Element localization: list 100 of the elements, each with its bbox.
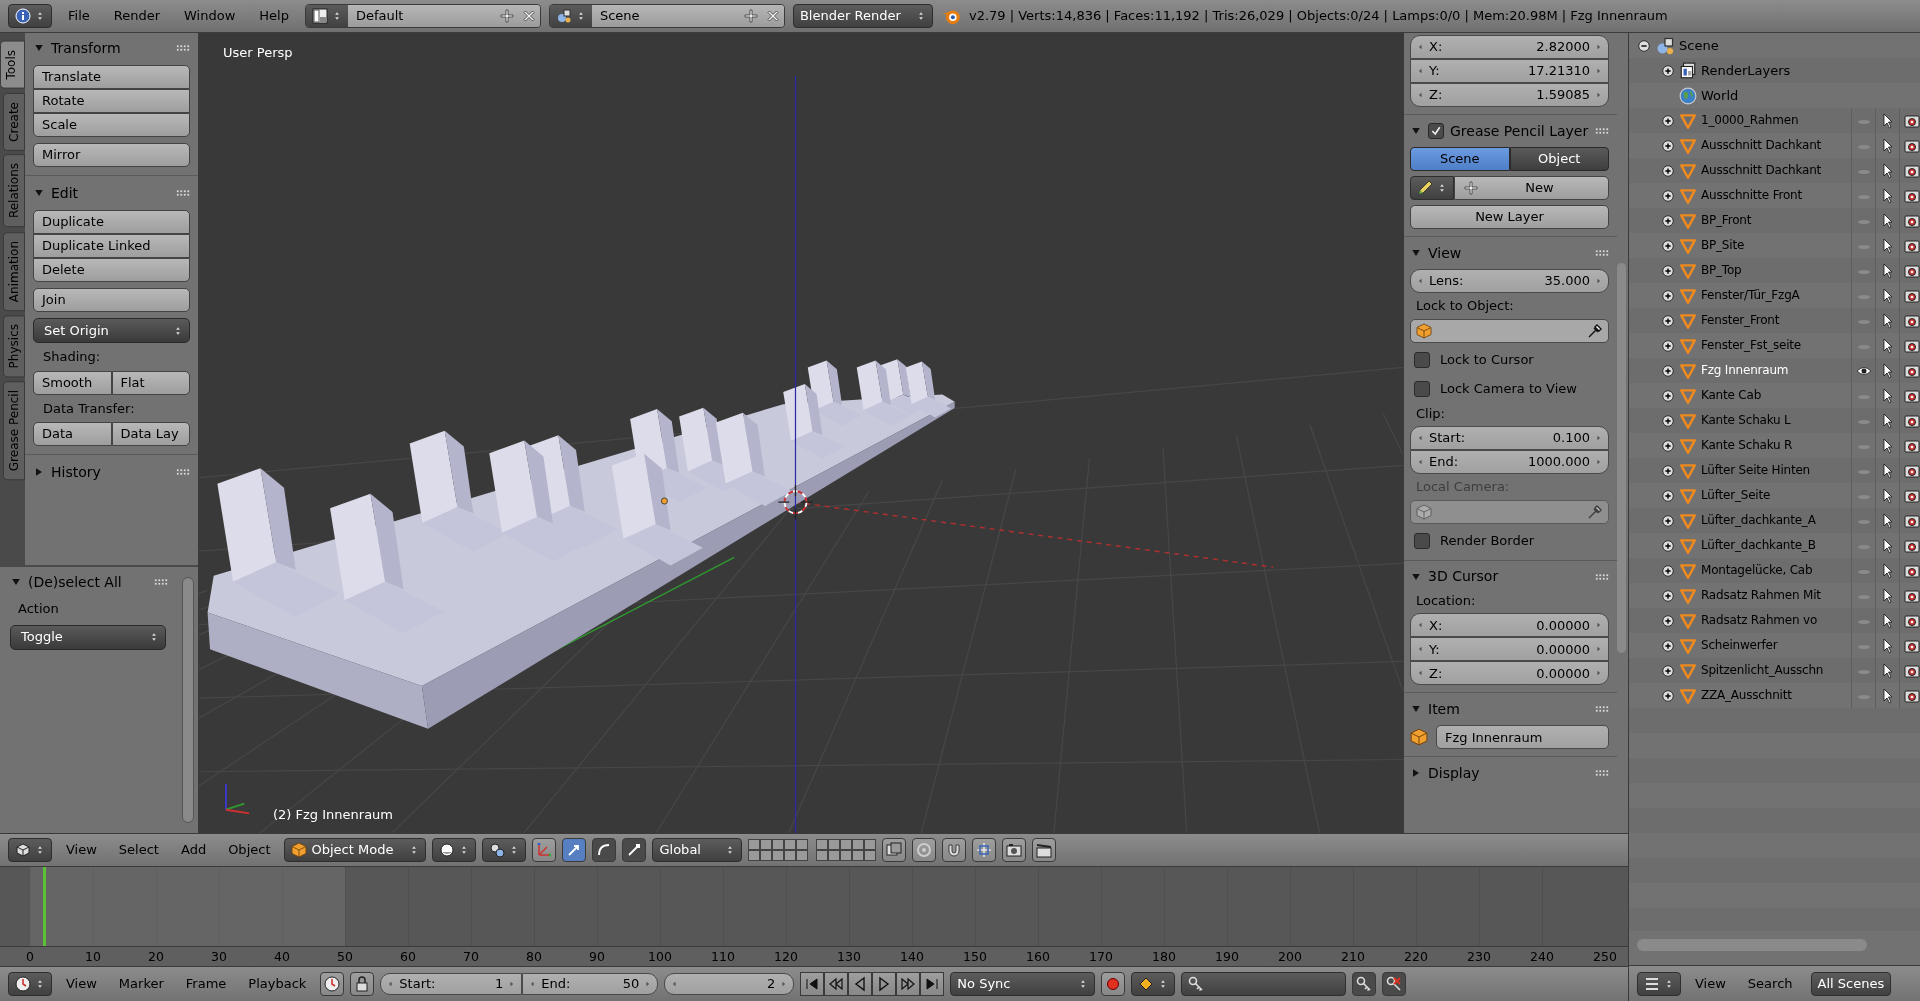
camera-icon[interactable] <box>1903 587 1920 604</box>
sidebar-tab[interactable]: Grease Pencil <box>3 381 25 481</box>
overlay-button[interactable] <box>882 838 907 862</box>
orientation-dropdown[interactable]: Global <box>652 838 743 862</box>
editor-type-button[interactable] <box>8 838 52 862</box>
camera-icon[interactable] <box>1903 287 1920 304</box>
tree-item[interactable]: Ausschnitt Dachkant <box>1701 163 1822 178</box>
sidebar-tab[interactable]: Create <box>3 92 25 151</box>
tree-item[interactable]: Lüfter_dachkante_A <box>1701 513 1816 528</box>
layer-grid[interactable] <box>816 839 877 861</box>
tree-item[interactable]: Scheinwerfer <box>1701 638 1778 653</box>
tool-button[interactable]: Rotate <box>33 89 190 113</box>
tree-item[interactable]: Fzg Innenraum <box>1701 363 1789 378</box>
menu-item[interactable]: File <box>60 8 98 24</box>
menu-item[interactable]: View <box>58 976 105 992</box>
pivot-dropdown[interactable] <box>482 838 527 862</box>
camera-icon[interactable] <box>1903 462 1920 479</box>
scrollbar[interactable] <box>182 577 194 823</box>
tree-item[interactable]: RenderLayers <box>1701 62 1791 79</box>
menu-item[interactable]: Add <box>172 842 215 858</box>
tree-item[interactable]: Lüfter Seite Hinten <box>1701 463 1811 478</box>
expand-icon[interactable] <box>1661 413 1675 428</box>
sidebar-tab[interactable]: Tools <box>0 41 25 89</box>
tree-item[interactable]: Kante Schaku R <box>1701 438 1793 453</box>
camera-icon[interactable] <box>1903 662 1920 679</box>
tree-item[interactable]: Fenster/Tür_FzgA <box>1701 288 1800 303</box>
render-engine-dropdown[interactable]: Blender Render <box>792 4 933 28</box>
expand-icon[interactable] <box>1661 688 1675 703</box>
object-picker-field[interactable] <box>1410 318 1609 343</box>
camera-icon[interactable] <box>1903 412 1920 429</box>
tree-item[interactable]: Lüfter_Seite <box>1701 488 1771 503</box>
number-field[interactable]: Y: 0.00000 <box>1410 637 1609 662</box>
menu-item[interactable]: Select <box>110 842 167 858</box>
tree-item[interactable]: Ausschnitte Front <box>1701 188 1803 203</box>
number-field[interactable]: Y: 17.21310 <box>1410 59 1609 83</box>
expand-icon[interactable] <box>1661 163 1675 178</box>
insert-key-button[interactable] <box>1352 972 1377 996</box>
expand-icon[interactable] <box>1661 463 1675 478</box>
delete-key-button[interactable] <box>1382 972 1407 996</box>
display-mode-dropdown[interactable]: All Scenes <box>1810 971 1892 996</box>
collapse-icon[interactable] <box>1637 38 1651 53</box>
editor-type-button[interactable] <box>8 972 52 996</box>
number-field[interactable]: X: 0.00000 <box>1410 613 1609 638</box>
camera-icon[interactable] <box>1903 487 1920 504</box>
tool-button[interactable]: Delete <box>33 258 190 282</box>
number-field[interactable]: Lens: 35.000 <box>1410 269 1609 293</box>
jump-start-button[interactable] <box>800 972 825 996</box>
tree-item[interactable]: Radsatz Rahmen vo <box>1701 613 1818 628</box>
checkbox[interactable] <box>1414 351 1430 368</box>
number-field[interactable]: End: 1000.000 <box>1410 450 1609 475</box>
proportional-button[interactable] <box>912 838 937 862</box>
expand-icon[interactable] <box>1661 438 1675 453</box>
menu-item[interactable]: Marker <box>110 976 172 992</box>
expand-icon[interactable] <box>1661 263 1675 278</box>
camera-icon[interactable] <box>1903 537 1920 554</box>
jump-end-button[interactable] <box>920 972 945 996</box>
expand-icon[interactable] <box>1661 638 1675 653</box>
camera-icon[interactable] <box>1903 637 1920 654</box>
next-keyframe-button[interactable] <box>896 972 921 996</box>
shading-dropdown[interactable] <box>432 838 477 862</box>
editor-type-button[interactable] <box>8 4 52 28</box>
camera-icon[interactable] <box>1903 212 1920 229</box>
checkbox[interactable] <box>1414 532 1430 549</box>
scale-button[interactable] <box>622 838 647 862</box>
sidebar-tab[interactable]: Relations <box>3 154 25 228</box>
mode-dropdown[interactable]: Object Mode <box>284 838 427 862</box>
camera-icon[interactable] <box>1903 612 1920 629</box>
tool-button[interactable]: Join <box>33 288 190 312</box>
tree-item[interactable]: Lüfter_dachkante_B <box>1701 538 1816 553</box>
editor-type-button[interactable] <box>1637 971 1681 996</box>
camera-icon[interactable] <box>1903 137 1920 154</box>
tool-button[interactable]: Smooth <box>33 370 112 395</box>
expand-icon[interactable] <box>1661 488 1675 503</box>
playhead[interactable] <box>42 867 46 946</box>
camera-icon[interactable] <box>1903 112 1920 129</box>
camera-icon[interactable] <box>1903 187 1920 204</box>
camera-icon[interactable] <box>1903 237 1920 254</box>
clapper-button[interactable] <box>1032 838 1057 862</box>
expand-icon[interactable] <box>1661 538 1675 553</box>
menu-item[interactable]: Render <box>105 8 169 24</box>
play-button[interactable] <box>872 972 897 996</box>
camera-icon[interactable] <box>1903 387 1920 404</box>
camera-icon[interactable] <box>1903 512 1920 529</box>
play-reverse-button[interactable] <box>848 972 873 996</box>
sidebar-tab[interactable]: Animation <box>3 231 25 311</box>
toggle-button[interactable]: Object <box>1509 147 1609 171</box>
tool-button[interactable]: Mirror <box>33 143 190 167</box>
camera-icon[interactable] <box>1903 362 1920 379</box>
keying-dropdown[interactable] <box>1131 972 1176 996</box>
camera-icon[interactable] <box>1903 437 1920 454</box>
expand-icon[interactable] <box>1661 388 1675 403</box>
tool-button[interactable]: Duplicate Linked <box>33 234 190 258</box>
expand-icon[interactable] <box>1661 613 1675 628</box>
end-frame-field[interactable]: End: 50 <box>522 973 659 995</box>
toggle-button[interactable]: Scene <box>1410 147 1510 171</box>
menu-item[interactable]: Search <box>1739 975 1801 992</box>
expand-icon[interactable] <box>1661 363 1675 378</box>
pencil-selector[interactable] <box>1410 176 1454 200</box>
menu-item[interactable]: Object <box>220 842 279 858</box>
rotate-button[interactable] <box>592 838 617 862</box>
